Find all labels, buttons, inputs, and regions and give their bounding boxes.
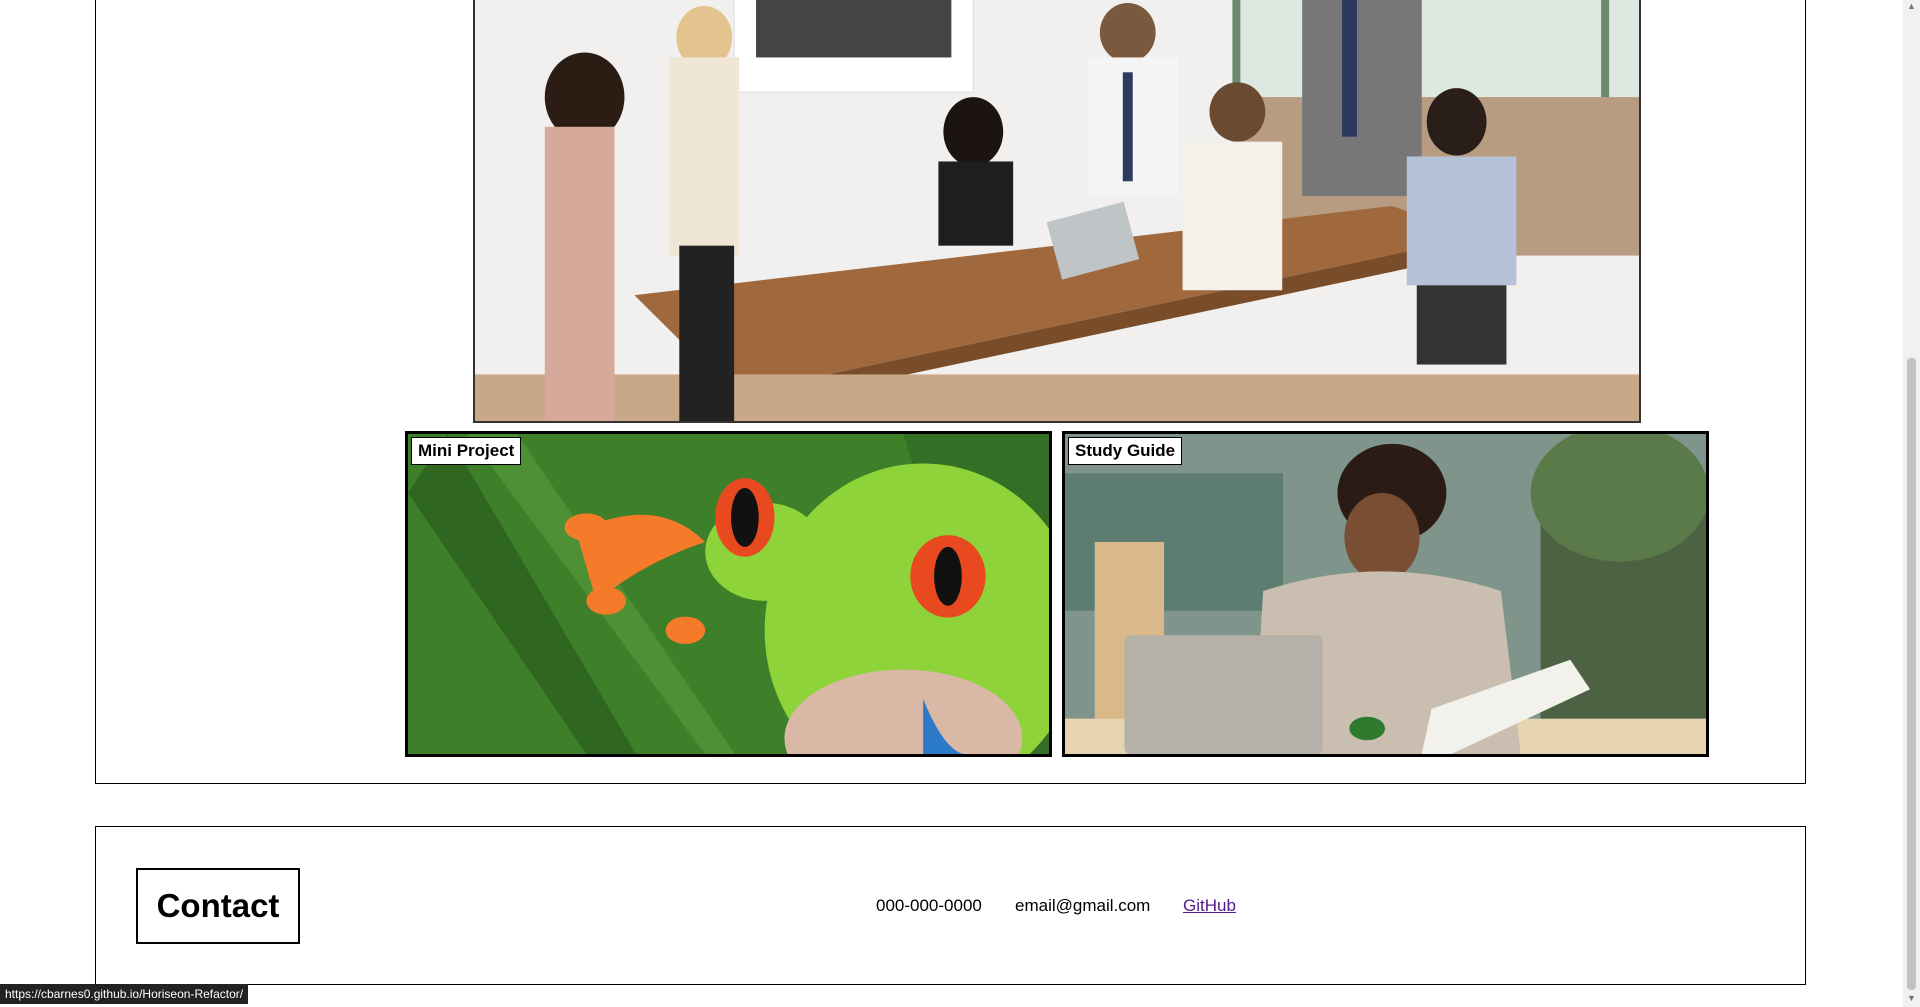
scrollbar-thumb[interactable] (1907, 358, 1916, 990)
frog-image (408, 434, 1049, 754)
mini-project-card[interactable]: Mini Project (405, 431, 1052, 757)
hero-meeting-photo (473, 0, 1641, 423)
phone-number: 000-000-0000 (876, 896, 982, 915)
contact-heading: Contact (136, 868, 300, 944)
study-guide-label: Study Guide (1068, 437, 1183, 465)
status-bar-url: https://cbarnes0.github.io/Horiseon-Refa… (0, 984, 249, 1004)
study-guide-card[interactable]: Study Guide (1062, 431, 1709, 757)
student-image (1065, 434, 1706, 754)
vertical-scrollbar[interactable]: ▲ ▼ (1903, 0, 1920, 1007)
scroll-up-icon[interactable]: ▲ (1906, 2, 1917, 11)
contact-section: Contact 000-000-0000 email@gmail.com Git… (95, 826, 1806, 985)
mini-project-label: Mini Project (411, 437, 522, 465)
email-address: email@gmail.com (1015, 896, 1151, 915)
github-link[interactable]: GitHub (1183, 896, 1236, 916)
scroll-down-icon[interactable]: ▼ (1906, 994, 1917, 1003)
